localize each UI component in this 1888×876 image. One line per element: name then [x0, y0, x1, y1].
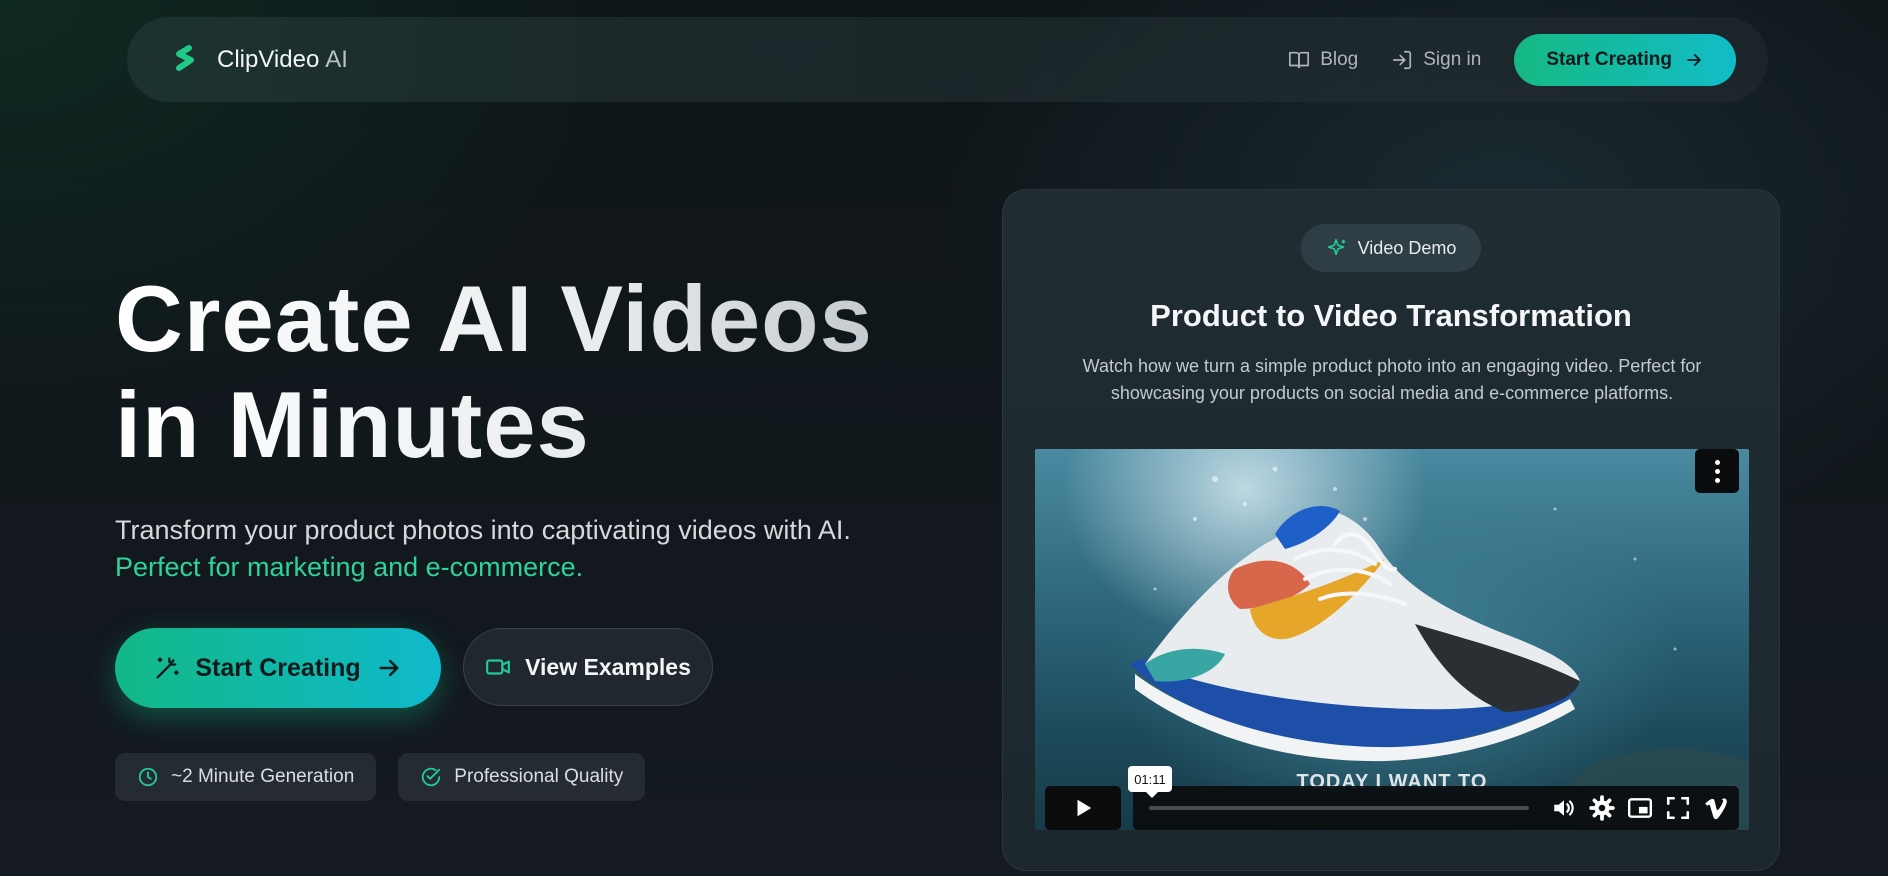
video-controls — [1133, 786, 1739, 830]
book-open-icon — [1289, 51, 1310, 68]
sign-in-icon — [1393, 50, 1412, 69]
nav-start-creating-button[interactable]: Start Creating — [1514, 33, 1736, 86]
feature-chip-label: ~2 Minute Generation — [171, 766, 355, 787]
demo-description: Watch how we turn a simple product photo… — [1082, 356, 1702, 403]
nav-signin-link[interactable]: Sign in — [1391, 49, 1481, 71]
demo-title: Product to Video Transformation — [1150, 298, 1632, 333]
view-examples-button[interactable]: View Examples — [463, 628, 713, 706]
feature-chips: ~2 Minute Generation Professional Qualit… — [115, 753, 646, 801]
check-circle-icon — [422, 767, 441, 787]
dot-icon — [1714, 459, 1720, 465]
sparkle-icon — [1327, 238, 1345, 256]
dot-icon — [1714, 468, 1720, 474]
video-demo-badge-label: Video Demo — [1357, 237, 1457, 258]
start-creating-label: Start Creating — [195, 653, 361, 682]
feature-chip-label: Professional Quality — [454, 766, 624, 787]
hero-cta-row: Start Creating View Examples — [115, 628, 713, 708]
feature-chip-speed: ~2 Minute Generation — [115, 753, 377, 801]
arrow-right-icon — [1687, 53, 1701, 66]
play-button[interactable] — [1045, 786, 1121, 830]
hero-subtitle-text: Transform your product photos into capti… — [115, 515, 851, 545]
nav-links: Blog Sign in Start Creating — [1288, 33, 1736, 86]
more-options-button[interactable] — [1695, 449, 1739, 493]
view-examples-label: View Examples — [525, 653, 691, 680]
hero-title-line1: Create AI Videos — [115, 266, 873, 371]
hero-subtitle: Transform your product photos into capti… — [115, 512, 935, 586]
nav-signin-label: Sign in — [1423, 48, 1482, 70]
arrow-right-icon — [379, 659, 399, 677]
play-icon — [1077, 799, 1092, 817]
brand-name: ClipVideo AI — [217, 45, 348, 73]
feature-chip-quality: Professional Quality — [398, 753, 646, 801]
time-tooltip: 01:11 — [1128, 766, 1172, 798]
hero-title: Create AI Videos in Minutes — [115, 266, 995, 478]
settings-gear-icon[interactable] — [1589, 795, 1615, 821]
video-demo-badge: Video Demo — [1301, 224, 1481, 272]
nav-cta-label: Start Creating — [1546, 48, 1672, 70]
vimeo-logo-icon[interactable] — [1703, 795, 1729, 821]
video-demo-card: Video Demo Product to Video Transformati… — [1002, 189, 1780, 871]
picture-in-picture-icon[interactable] — [1627, 795, 1653, 821]
magic-wand-icon — [156, 657, 180, 679]
logo-icon — [176, 44, 194, 71]
dot-icon — [1714, 477, 1720, 483]
nav-blog-label: Blog — [1320, 48, 1359, 70]
start-creating-button[interactable]: Start Creating — [115, 628, 441, 708]
progress-bar[interactable] — [1149, 806, 1529, 810]
video-player[interactable]: TODAY I WANT TO 01:11 — [1035, 449, 1749, 830]
clock-icon — [138, 767, 158, 787]
hero-title-line2: in Minutes — [115, 372, 590, 477]
brand[interactable]: ClipVideo AI — [167, 42, 348, 78]
fullscreen-icon[interactable] — [1665, 795, 1691, 821]
volume-icon[interactable] — [1551, 795, 1577, 821]
hero-subtitle-accent: Perfect for marketing and e-commerce. — [115, 552, 584, 582]
nav-blog-link[interactable]: Blog — [1288, 49, 1358, 71]
video-camera-icon — [486, 659, 511, 675]
navbar: ClipVideo AI Blog Sign in Start Creating — [127, 17, 1768, 102]
